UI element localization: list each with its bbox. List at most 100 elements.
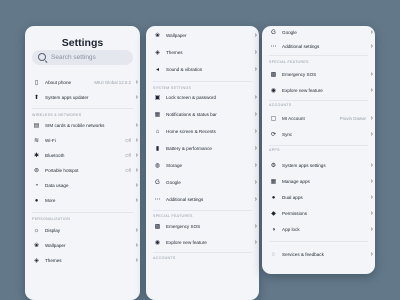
home-icon: ⌂ (155, 128, 160, 135)
display-item[interactable]: ☼ Display › (25, 224, 140, 238)
divider (269, 145, 368, 146)
mi-account-item[interactable]: ▢ MI Account Pravin Dawar › (262, 112, 375, 126)
miui-version-value: MIUI Global 12.0.2 (94, 80, 131, 85)
emergency-sos-label: Emergency SOS (166, 224, 201, 229)
feedback-icon: ◌ (271, 251, 276, 258)
more-label: More (45, 198, 56, 203)
wallpaper-item[interactable]: ❀ Wallpaper › (25, 239, 140, 253)
chevron-right-icon: › (135, 227, 138, 234)
speaker-icon: ◂ (155, 66, 159, 73)
chevron-right-icon: › (370, 251, 373, 258)
chevron-right-icon: › (135, 94, 138, 101)
dual-apps-icon: ● (271, 194, 276, 201)
more-item[interactable]: ● More › (25, 194, 140, 208)
account-icon: ▢ (270, 115, 277, 122)
battery-item[interactable]: ▮ Battery & performance › (146, 142, 259, 156)
account-name-value: Pravin Dawar (339, 116, 366, 121)
emergency-sos-item[interactable]: ▩ Emergency SOS › (146, 220, 259, 234)
chevron-right-icon: › (254, 239, 257, 246)
bluetooth-label: Bluetooth (45, 153, 65, 158)
app-lock-label: App lock (282, 227, 300, 232)
shield-icon: ◆ (271, 210, 276, 217)
bluetooth-item[interactable]: ✱ Bluetooth Off › (25, 149, 140, 163)
themes-item[interactable]: ◈ Themes › (146, 46, 259, 60)
chevron-right-icon: › (254, 49, 257, 56)
wifi-item[interactable]: ≋ Wi-Fi Off › (25, 134, 140, 148)
divider (32, 108, 133, 109)
chevron-right-icon: › (254, 145, 257, 152)
wallpaper-label: Wallpaper (166, 33, 187, 38)
chevron-right-icon: › (135, 182, 138, 189)
divider (153, 81, 252, 82)
services-feedback-item[interactable]: ◌ Services & feedback › (262, 248, 375, 262)
sound-vibration-item[interactable]: ◂ Sound & vibration › (146, 63, 259, 77)
display-label: Display (45, 228, 61, 233)
themes-icon: ◈ (155, 49, 160, 56)
bluetooth-icon: ✱ (33, 152, 40, 159)
permissions-item[interactable]: ◆ Permissions › (262, 207, 375, 221)
chevron-right-icon: › (135, 79, 138, 86)
additional-settings-item[interactable]: ⋯ Additional settings › (146, 193, 259, 207)
about-phone-item[interactable]: ▯ About phone MIUI Global 12.0.2 › (25, 76, 140, 90)
manage-apps-item[interactable]: ▦ Manage apps › (262, 175, 375, 189)
themes-item[interactable]: ◈ Themes › (25, 254, 140, 268)
wifi-icon: ≋ (33, 137, 40, 144)
themes-label: Themes (45, 258, 62, 263)
section-special-features: SPECIAL FEATURES (153, 214, 193, 218)
chevron-right-icon: › (135, 137, 138, 144)
sync-item[interactable]: ⟳ Sync › (262, 128, 375, 142)
data-usage-item[interactable]: ◔ Data usage › (25, 179, 140, 193)
chevron-right-icon: › (135, 122, 138, 129)
home-screen-item[interactable]: ⌂ Home screen & Recents › (146, 125, 259, 139)
chevron-right-icon: › (370, 71, 373, 78)
explore-label: Explore new feature (166, 240, 207, 245)
about-phone-label: About phone (45, 80, 72, 85)
sim-cards-item[interactable]: ▤ SIM cards & mobile networks › (25, 119, 140, 133)
themes-label: Themes (166, 50, 183, 55)
additional-settings-item[interactable]: ⋯ Additional settings › (262, 40, 375, 54)
search-input[interactable]: Search settings (32, 50, 133, 65)
system-apps-settings-item[interactable]: ⚙ System apps settings › (262, 159, 375, 173)
system-apps-updater-item[interactable]: ⬆ System apps updater › (25, 91, 140, 105)
dual-apps-item[interactable]: ● Dual apps › (262, 191, 375, 205)
lock-screen-item[interactable]: ▣ Lock screen & password › (146, 91, 259, 105)
app-lock-icon: ◑ (271, 226, 276, 233)
notifications-item[interactable]: ▦ Notifications & status bar › (146, 108, 259, 122)
explore-icon: ◉ (154, 239, 161, 246)
sync-label: Sync (282, 132, 293, 137)
storage-item[interactable]: ◍ Storage › (146, 159, 259, 173)
notification-icon: ▦ (154, 111, 161, 118)
google-item[interactable]: G Google › (262, 26, 375, 40)
google-item[interactable]: G Google › (146, 176, 259, 190)
settings-screen-apps: G Google › ⋯ Additional settings › SPECI… (262, 26, 375, 274)
chevron-right-icon: › (135, 152, 138, 159)
wallpaper-label: Wallpaper (45, 243, 66, 248)
wifi-label: Wi-Fi (45, 138, 56, 143)
portable-hotspot-item[interactable]: ⊚ Portable hotspot Off › (25, 164, 140, 178)
chevron-right-icon: › (254, 111, 257, 118)
themes-icon: ◈ (34, 257, 39, 264)
wallpaper-icon: ❀ (33, 242, 40, 249)
update-icon: ⬆ (33, 94, 40, 101)
chevron-right-icon: › (254, 196, 257, 203)
sos-icon: ▩ (270, 71, 277, 78)
chevron-right-icon: › (254, 32, 257, 39)
explore-new-feature-item[interactable]: ◉ Explore new feature › (146, 236, 259, 250)
settings-screen-main: Settings Search settings ▯ About phone M… (25, 26, 140, 300)
wallpaper-icon: ❀ (154, 32, 161, 39)
wifi-status: Off (125, 138, 131, 143)
search-icon (38, 53, 46, 61)
storage-icon: ◍ (154, 162, 161, 169)
wallpaper-item[interactable]: ❀ Wallpaper › (146, 29, 259, 43)
chevron-right-icon: › (370, 115, 373, 122)
notifications-label: Notifications & status bar (166, 112, 217, 117)
section-personalization: PERSONALIZATION (32, 217, 70, 221)
bluetooth-status: Off (125, 153, 131, 158)
dual-apps-label: Dual apps (282, 195, 303, 200)
settings-screen-system: ❀ Wallpaper › ◈ Themes › ◂ Sound & vibra… (146, 26, 259, 300)
explore-new-feature-item[interactable]: ◉ Explore new feature › (262, 84, 375, 98)
app-lock-item[interactable]: ◑ App lock › (262, 223, 375, 237)
lock-icon: ▣ (154, 94, 161, 101)
sim-card-icon: ▤ (33, 122, 40, 129)
emergency-sos-item[interactable]: ▩ Emergency SOS › (262, 68, 375, 82)
